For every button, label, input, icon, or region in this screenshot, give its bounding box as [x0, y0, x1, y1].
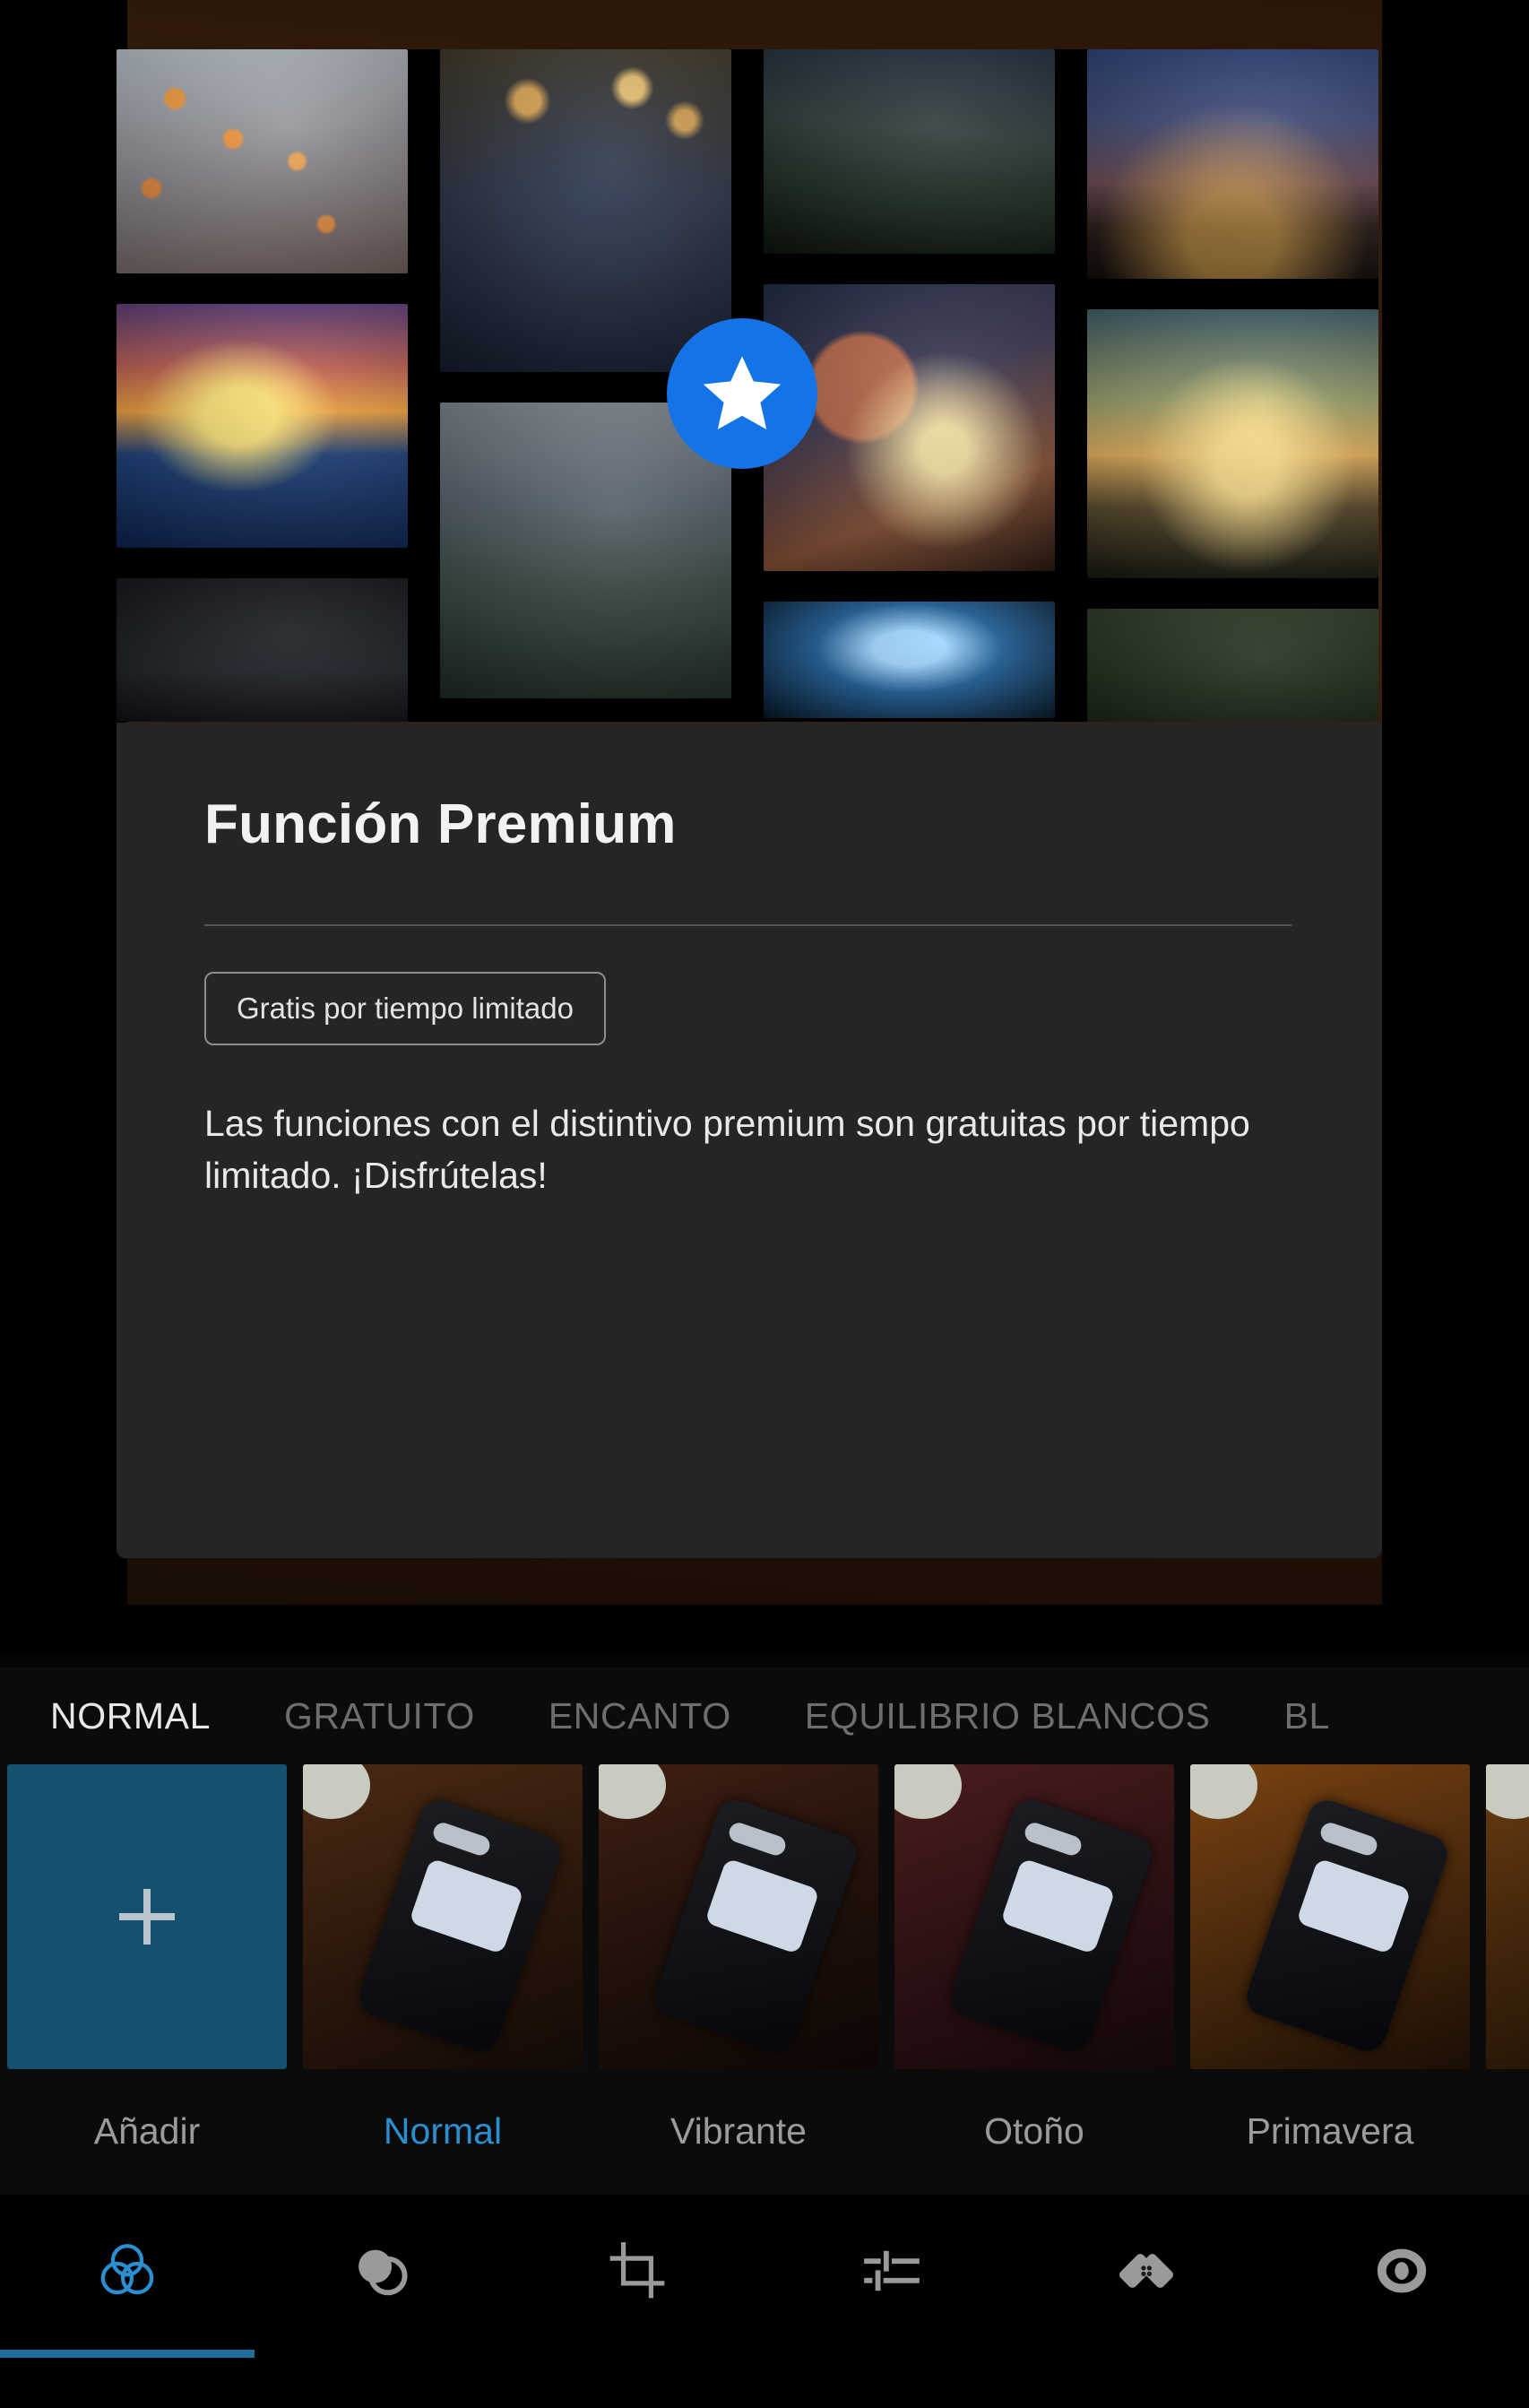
add-filter-thumbnail[interactable] [7, 1764, 287, 2069]
active-tool-underline [0, 2350, 255, 2358]
filter-category-tabs[interactable]: NORMAL GRATUITO ENCANTO EQUILIBRIO BLANC… [0, 1667, 1529, 1764]
collage-photo-lake-sunset [117, 304, 408, 548]
thumb-glow [894, 1764, 962, 1820]
premium-feature-dialog: Función Premium Gratis por tiempo limita… [117, 723, 1382, 1558]
collage-column-1 [117, 49, 408, 722]
collage-photo-girl-lights [440, 49, 731, 372]
filter-item-add[interactable]: Añadir [7, 1764, 287, 2152]
dialog-divider [204, 924, 1291, 926]
collage-photo-friends-deck [764, 49, 1055, 254]
thumb-pill [1022, 1820, 1084, 1859]
collage-photo-hiker-mountains [440, 403, 731, 698]
tab-gratuito[interactable]: GRATUITO [284, 1695, 475, 1737]
thumb-phone [1241, 1795, 1453, 2057]
filter-item-normal[interactable]: Normal [303, 1764, 583, 2152]
filter-preset-strip[interactable]: Añadir Normal Vibrante Otoño Primavera [0, 1764, 1529, 2195]
toolbar-item-effects[interactable] [255, 2195, 509, 2408]
dialog-body-text: Las funciones con el distintivo premium … [204, 1103, 1250, 1197]
filter-thumbnail-vibrante[interactable] [599, 1764, 878, 2069]
thumb-pill [430, 1820, 493, 1859]
thumb-glow [1190, 1764, 1257, 1820]
collage-photo-waterfall [764, 602, 1055, 718]
thumb-pill [1317, 1820, 1380, 1859]
eye-icon [1369, 2238, 1435, 2304]
thumb-glow [599, 1764, 666, 1820]
filter-label-primavera: Primavera [1246, 2110, 1414, 2152]
toolbar-item-filters[interactable] [0, 2195, 255, 2408]
tab-normal[interactable]: NORMAL [50, 1695, 211, 1737]
thumb-card [408, 1858, 524, 1955]
bottom-toolbar[interactable] [0, 2195, 1529, 2408]
thumb-card [999, 1858, 1116, 1955]
filter-thumbnail-otono[interactable] [894, 1764, 1174, 2069]
crop-icon [604, 2238, 670, 2304]
filter-label-add: Añadir [93, 2110, 201, 2152]
thumb-phone [946, 1795, 1157, 2057]
filter-item-next[interactable] [1486, 1764, 1529, 2110]
effects-icon [349, 2238, 415, 2304]
toolbar-item-crop[interactable] [510, 2195, 764, 2408]
filter-label-vibrante: Vibrante [670, 2110, 807, 2152]
collage-photo-forest [1087, 609, 1378, 722]
thumb-card [704, 1858, 820, 1955]
tab-equilibrio-blancos[interactable]: EQUILIBRIO BLANCOS [805, 1695, 1211, 1737]
filter-label-normal: Normal [383, 2110, 503, 2152]
tab-blanco-negro[interactable]: BL [1284, 1695, 1330, 1737]
free-limited-time-tag: Gratis por tiempo limitado [204, 972, 606, 1045]
filter-thumbnail-primavera[interactable] [1190, 1764, 1470, 2069]
thumb-phone [354, 1795, 566, 2057]
collage-photo-couple-sunset [1087, 309, 1378, 578]
collage-column-4 [1087, 49, 1378, 722]
toolbar-item-adjust[interactable] [764, 2195, 1019, 2408]
thumb-phone [650, 1795, 861, 2057]
thumb-card [1295, 1858, 1412, 1955]
filter-item-vibrante[interactable]: Vibrante [599, 1764, 878, 2152]
filters-icon [94, 2238, 160, 2304]
filter-item-otono[interactable]: Otoño [894, 1764, 1174, 2152]
tab-encanto[interactable]: ENCANTO [549, 1695, 731, 1737]
adjust-sliders-icon [859, 2238, 925, 2304]
plus-icon [119, 1889, 175, 1945]
healing-icon [1113, 2238, 1179, 2304]
photo-editor-app: Función Premium Gratis por tiempo limita… [0, 0, 1529, 2408]
toolbar-item-preview[interactable] [1274, 2195, 1529, 2408]
star-icon [699, 351, 785, 437]
thumb-glow [1486, 1764, 1529, 1820]
filter-thumbnail-normal[interactable] [303, 1764, 583, 2069]
filter-label-otono: Otoño [984, 2110, 1084, 2152]
collage-photo-dark-figure [117, 578, 408, 722]
dialog-title: Función Premium [204, 793, 677, 855]
filter-thumbnail-next[interactable] [1486, 1764, 1529, 2069]
collage-photo-lanterns [117, 49, 408, 273]
thumb-pill [726, 1820, 789, 1859]
toolbar-item-healing[interactable] [1019, 2195, 1274, 2408]
filter-item-primavera[interactable]: Primavera [1190, 1764, 1470, 2152]
premium-star-badge [667, 318, 817, 469]
collage-photo-camping-stars [1087, 49, 1378, 279]
thumb-glow [303, 1764, 370, 1820]
